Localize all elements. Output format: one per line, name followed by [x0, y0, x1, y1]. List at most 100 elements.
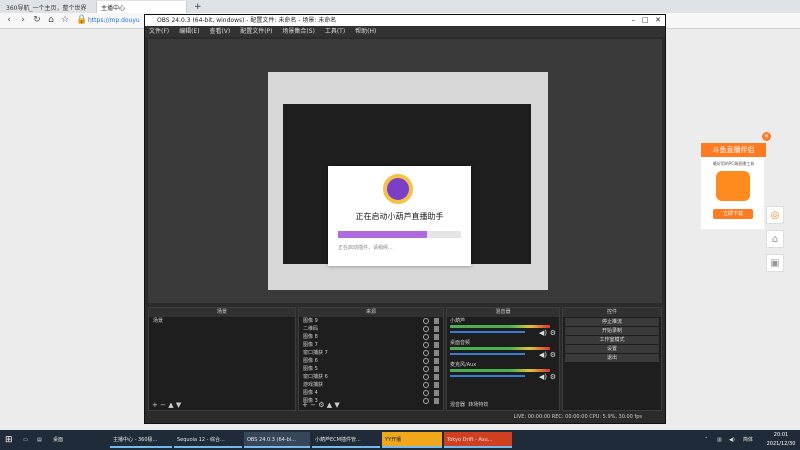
address-bar[interactable]: https://mp.douyu	[88, 15, 148, 27]
gear-icon[interactable]: ⚙	[550, 329, 556, 337]
remove-icon[interactable]: −	[160, 401, 166, 409]
lock-icon[interactable]	[434, 358, 439, 364]
lock-icon[interactable]	[434, 390, 439, 396]
windows-start-icon[interactable]: ⊞	[2, 432, 16, 448]
lock-icon[interactable]	[434, 326, 439, 332]
volume-slider[interactable]	[450, 375, 525, 377]
taskbar-desktop[interactable]: 桌面	[50, 432, 106, 448]
volume-slider[interactable]	[450, 331, 525, 333]
source-item[interactable]: 图像 7	[299, 341, 443, 349]
start-recording-button[interactable]: 开始录制	[565, 327, 659, 335]
forward-icon[interactable]: ›	[18, 15, 28, 26]
speaker-icon[interactable]: ◀)	[726, 432, 736, 448]
eye-icon[interactable]	[423, 350, 429, 356]
taskbar-item-music[interactable]: Tokyo Drift - Asu...	[444, 432, 512, 448]
settings-button[interactable]: 设置	[565, 345, 659, 353]
stop-streaming-button[interactable]: 停止推流	[565, 318, 659, 326]
move-down-icon[interactable]: ▼	[334, 401, 339, 409]
lock-icon[interactable]	[434, 318, 439, 324]
bookmark-star-icon[interactable]: ☆	[60, 15, 70, 26]
ime-indicator[interactable]: 简体	[740, 432, 762, 448]
xiaohulu-logo-icon	[383, 174, 413, 204]
source-item[interactable]: 窗口捕获 7	[299, 349, 443, 357]
move-up-icon[interactable]: ▲	[168, 401, 173, 409]
menu-scene-collection[interactable]: 场景集合(S)	[282, 26, 315, 37]
add-icon[interactable]: +	[152, 401, 158, 409]
tab-transitions[interactable]: 转场特效	[468, 402, 488, 408]
lock-icon[interactable]	[434, 342, 439, 348]
taskbar-item-obs[interactable]: OBS 24.0.3 (64-bi...	[244, 432, 310, 448]
gear-icon[interactable]: ⚙	[550, 373, 556, 381]
eye-icon[interactable]	[423, 318, 429, 324]
menu-profile[interactable]: 配置文件(P)	[240, 26, 272, 37]
source-item[interactable]: 二维码	[299, 325, 443, 333]
source-item[interactable]: 窗口捕获 6	[299, 373, 443, 381]
eye-icon[interactable]	[423, 382, 429, 388]
scene-item[interactable]: 场景	[149, 317, 295, 325]
taskbar-item-yy[interactable]: YY开播	[382, 432, 442, 448]
speaker-icon[interactable]: ◀)	[539, 351, 547, 359]
download-button[interactable]: 立即下载	[713, 209, 753, 219]
lock-icon[interactable]	[434, 374, 439, 380]
minimize-icon[interactable]: –	[632, 16, 636, 24]
maximize-icon[interactable]: □	[642, 16, 649, 24]
home-icon[interactable]: ⌂	[46, 15, 56, 26]
eye-icon[interactable]	[423, 326, 429, 332]
file-explorer-icon[interactable]: ▤	[34, 432, 46, 448]
gear-icon[interactable]: ⚙	[318, 401, 324, 409]
back-icon[interactable]: ‹	[4, 15, 14, 26]
speaker-icon[interactable]: ◀)	[539, 373, 547, 381]
add-icon[interactable]: +	[302, 401, 308, 409]
menu-tools[interactable]: 工具(T)	[325, 26, 345, 37]
volume-meter	[450, 325, 550, 328]
refresh-icon[interactable]: ↻	[32, 15, 42, 26]
tray-up-arrow-icon[interactable]: ˄	[702, 432, 712, 448]
eye-icon[interactable]	[423, 390, 429, 396]
source-item[interactable]: 游戏捕获	[299, 381, 443, 389]
source-item[interactable]: 图像 5	[299, 365, 443, 373]
eye-icon[interactable]	[423, 358, 429, 364]
remove-icon[interactable]: −	[310, 401, 316, 409]
close-icon[interactable]: ✕	[655, 16, 661, 24]
screenshot-icon[interactable]: ▣	[766, 254, 784, 272]
compass-icon[interactable]: ◎	[766, 206, 784, 224]
studio-mode-button[interactable]: 工作室模式	[565, 336, 659, 344]
menu-help[interactable]: 帮助(H)	[355, 26, 376, 37]
browser-tab-360[interactable]: 360导航_一个主页，整个世界	[2, 1, 97, 13]
source-item[interactable]: 图像 4	[299, 389, 443, 397]
source-item[interactable]: 图像 9	[299, 317, 443, 325]
gear-icon[interactable]: ⚙	[550, 351, 556, 359]
move-down-icon[interactable]: ▼	[176, 401, 181, 409]
eye-icon[interactable]	[423, 374, 429, 380]
network-icon[interactable]: ▥	[714, 432, 724, 448]
menu-file[interactable]: 文件(F)	[149, 26, 169, 37]
eye-icon[interactable]	[423, 342, 429, 348]
move-up-icon[interactable]: ▲	[327, 401, 332, 409]
home-icon[interactable]: ⌂	[766, 230, 784, 248]
new-tab-button[interactable]: +	[190, 1, 204, 13]
menu-edit[interactable]: 编辑(E)	[179, 26, 199, 37]
eye-icon[interactable]	[423, 366, 429, 372]
lock-icon[interactable]	[434, 366, 439, 372]
close-icon[interactable]: ✕	[762, 132, 771, 141]
startup-dialog: 正在启动小葫芦直播助手 正在启动插件，请稍候...	[328, 166, 471, 266]
system-clock[interactable]: 20:01 2021/12/30	[764, 431, 798, 449]
exit-button[interactable]: 退出	[565, 354, 659, 362]
volume-slider[interactable]	[450, 353, 525, 355]
eye-icon[interactable]	[423, 334, 429, 340]
browser-tab-strip: 360导航_一个主页，整个世界 主播中心 +	[0, 0, 800, 13]
obs-menu-bar: 文件(F) 编辑(E) 查看(V) 配置文件(P) 场景集合(S) 工具(T) …	[145, 26, 665, 37]
tab-mixer[interactable]: 混音器	[450, 402, 465, 408]
source-item[interactable]: 图像 8	[299, 333, 443, 341]
task-view-icon[interactable]: ▭	[20, 432, 32, 448]
menu-view[interactable]: 查看(V)	[209, 26, 230, 37]
speaker-icon[interactable]: ◀)	[539, 329, 547, 337]
taskbar-item-browser[interactable]: 主播中心 - 360极...	[110, 432, 172, 448]
taskbar-item-sequoia[interactable]: Sequoia 12 - 综合...	[174, 432, 242, 448]
lock-icon[interactable]	[434, 334, 439, 340]
lock-icon[interactable]	[434, 382, 439, 388]
taskbar-item-ecm[interactable]: 小葫芦ECM插件管...	[312, 432, 380, 448]
lock-icon[interactable]	[434, 350, 439, 356]
browser-tab-anchor-center[interactable]: 主播中心	[97, 1, 187, 13]
source-item[interactable]: 图像 6	[299, 357, 443, 365]
